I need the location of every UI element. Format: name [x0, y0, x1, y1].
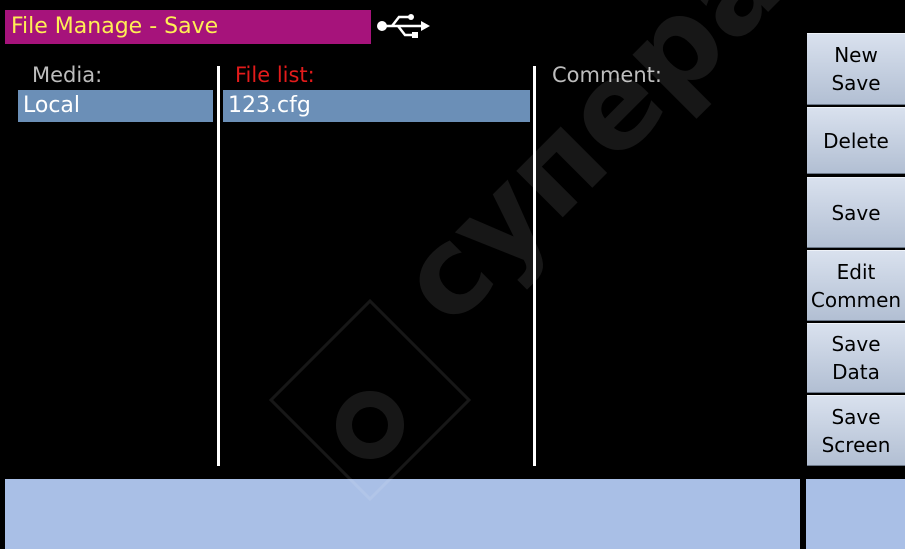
media-item-local[interactable]: Local: [18, 90, 213, 122]
edit-comment-label-line1: Edit: [836, 259, 876, 284]
edit-comment-button[interactable]: Edit Commen: [807, 250, 905, 321]
file-list-header: File list:: [235, 63, 315, 87]
comment-header: Comment:: [552, 63, 662, 87]
status-bar-corner: [806, 479, 905, 549]
watermark-logo: суперайс: [268, 0, 905, 502]
column-divider: [217, 66, 220, 466]
column-divider: [533, 66, 536, 466]
page-title: File Manage - Save: [5, 10, 371, 44]
save-screen-label-line2: Screen: [821, 432, 891, 457]
delete-button[interactable]: Delete: [807, 107, 905, 174]
save-data-button[interactable]: Save Data: [807, 323, 905, 393]
edit-comment-label-line2: Commen: [810, 287, 902, 312]
new-save-button[interactable]: New Save: [807, 33, 905, 105]
save-screen-label-line1: Save: [831, 404, 881, 429]
file-list-item[interactable]: 123.cfg: [223, 90, 530, 122]
save-data-label-line2: Data: [832, 360, 880, 384]
new-save-label-line2: Save: [831, 71, 881, 95]
status-bar: [5, 479, 800, 549]
save-button[interactable]: Save: [807, 177, 905, 248]
save-label: Save: [831, 200, 881, 225]
usb-icon: [377, 14, 430, 38]
delete-label: Delete: [823, 128, 889, 153]
save-data-label-line1: Save: [831, 332, 881, 356]
save-screen-button[interactable]: Save Screen: [807, 395, 905, 466]
file-manage-screen: File Manage - Save Media: File list: Com…: [0, 0, 905, 549]
media-header: Media:: [32, 63, 103, 87]
new-save-label-line1: New: [834, 43, 878, 67]
